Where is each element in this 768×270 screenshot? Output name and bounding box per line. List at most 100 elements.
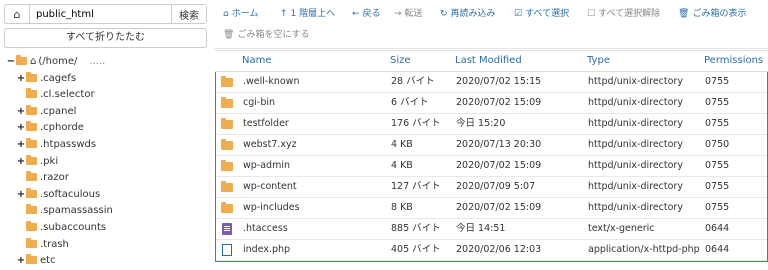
forward-button[interactable]: → 転送 — [394, 7, 423, 21]
checkbox-checked-icon: ☑ — [514, 9, 523, 19]
left-panel: ⌂ 検索 すべて折りたたむ −⌂(/home/.....+.cagefs.cl.… — [0, 0, 207, 266]
directory-tree: − ⌂ (/home/..... + .cagefs .cl.selector + .cpan… — [6, 54, 206, 270]
expand-icon[interactable]: + — [16, 187, 26, 204]
column-header-permissions[interactable]: Permissions — [704, 51, 763, 71]
home-icon: ⌂ — [30, 56, 37, 67]
cell-type: httpd/unix-directory — [588, 181, 683, 192]
cell-name: wp-admin — [243, 160, 290, 171]
checkbox-empty-icon: ☐ — [587, 9, 596, 19]
cell-type: text/x-generic — [588, 223, 655, 234]
table-row[interactable]: cgi-bin 6 バイト 2020/07/02 15:09 httpd/unix-d… — [216, 93, 767, 114]
home-icon[interactable]: ⌂ — [5, 5, 30, 23]
collapse-all-button[interactable]: すべて折りたたむ — [4, 28, 207, 48]
expand-icon[interactable]: + — [16, 120, 26, 137]
cell-perms: 0644 — [705, 223, 730, 234]
table-row[interactable]: .well-known 28 バイト 2020/07/02 15:15 httpd/u… — [216, 72, 767, 93]
cell-modified: 2020/07/02 15:09 — [456, 97, 542, 108]
expand-icon[interactable]: + — [16, 71, 26, 88]
cell-name: wp-includes — [243, 202, 300, 213]
folder-icon — [26, 154, 37, 165]
cell-modified: 2020/02/06 12:03 — [456, 244, 542, 255]
cell-perms: 0755 — [705, 97, 730, 108]
cell-size: 405 バイト — [391, 244, 441, 255]
tree-item-label: .spamassassin — [40, 205, 113, 217]
tree-item[interactable]: + .htpasswds — [6, 137, 206, 154]
tree-root[interactable]: − ⌂ (/home/..... — [6, 54, 206, 71]
tree-item-label: .cphorde — [40, 122, 84, 134]
cell-modified: 2020/07/02 15:09 — [456, 160, 542, 171]
folder-icon — [26, 171, 37, 182]
expand-icon[interactable]: + — [16, 253, 26, 270]
cell-perms: 0755 — [705, 76, 730, 87]
tree-item[interactable]: + .cagefs — [6, 71, 206, 88]
cell-size: 4 KB — [391, 139, 413, 150]
expand-icon[interactable]: + — [16, 137, 26, 154]
folder-icon — [16, 55, 27, 65]
tree-item[interactable]: + .cpanel — [6, 104, 206, 121]
path-input[interactable] — [30, 5, 171, 23]
show-trash-button[interactable]: 🗑 ごみ箱の表示 — [678, 7, 746, 21]
tree-item[interactable]: .subaccounts — [6, 220, 206, 237]
folder-icon — [221, 97, 233, 108]
table-row[interactable]: wp-includes 8 KB 2020/07/02 15:09 httpd/uni… — [216, 198, 767, 219]
folder-icon — [221, 76, 233, 87]
empty-trash-button[interactable]: 🗑 ごみ箱を空にする — [223, 28, 310, 42]
home-icon: ⌂ — [223, 9, 229, 19]
tree-item[interactable]: .cl.selector — [6, 87, 206, 104]
folder-icon — [221, 181, 233, 192]
cell-name: index.php — [243, 244, 291, 255]
cell-type: httpd/unix-directory — [588, 97, 683, 108]
table-row[interactable]: wp-content 127 バイト 2020/07/09 5:07 httpd/un… — [216, 177, 767, 198]
table-row[interactable]: testfolder 176 バイト 今日 15:20 httpd/unix-dire… — [216, 114, 767, 135]
reload-icon: ↻ — [440, 9, 448, 19]
cell-size: 176 バイト — [391, 118, 441, 129]
tree-item[interactable]: .trash — [6, 237, 206, 254]
path-bar: ⌂ 検索 — [4, 4, 207, 24]
tree-item-label: (/home/ — [38, 56, 78, 67]
cell-name: wp-content — [243, 181, 297, 192]
back-button[interactable]: ← 戻る — [352, 7, 381, 21]
tree-item-label: .htpasswds — [40, 138, 97, 150]
expand-icon[interactable]: + — [16, 154, 26, 171]
reload-button[interactable]: ↻ 再読み込み — [440, 7, 496, 21]
tree-item[interactable]: + .cphorde — [6, 120, 206, 137]
table-row[interactable]: .htaccess 885 バイト 今日 14:51 text/x-generic 06… — [216, 219, 767, 240]
column-header-type[interactable]: Type — [587, 51, 610, 71]
folder-icon — [221, 118, 233, 129]
tree-item[interactable]: .spamassassin — [6, 203, 206, 220]
folder-icon — [221, 160, 233, 171]
tree-item[interactable]: + etc — [6, 253, 206, 270]
cell-type: httpd/unix-directory — [588, 139, 683, 150]
deselect-all-button[interactable]: ☐ すべて選択解除 — [587, 7, 660, 21]
column-header-size[interactable]: Size — [390, 51, 411, 71]
cell-perms: 0755 — [705, 118, 730, 129]
up-one-level-button[interactable]: ↑ 1 階層上へ — [280, 7, 335, 21]
cell-name: testfolder — [243, 118, 289, 129]
tree-item-label: .cagefs — [40, 72, 77, 84]
folder-icon — [26, 121, 37, 132]
cell-type: httpd/unix-directory — [588, 160, 683, 171]
tree-item[interactable]: .razor — [6, 170, 206, 187]
table-row[interactable]: webst7.xyz 4 KB 2020/07/13 20:30 httpd/unix… — [216, 135, 767, 156]
expand-icon[interactable]: + — [16, 104, 26, 121]
toolbar: ⌂ ホーム ↑ 1 階層上へ ← 戻る → 転送 ↻ 再読み込み ☑ すべて選択 ☐ すべて選… — [214, 0, 768, 48]
cell-size: 8 KB — [391, 202, 413, 213]
column-header-name[interactable]: Name — [242, 51, 272, 71]
select-all-button[interactable]: ☑ すべて選択 — [514, 7, 569, 21]
cell-size: 4 KB — [391, 160, 413, 171]
tree-item-label: .cl.selector — [40, 89, 95, 101]
folder-icon — [26, 204, 37, 215]
tree-item[interactable]: + .softaculous — [6, 187, 206, 204]
column-header-last-modified[interactable]: Last Modified — [455, 51, 522, 71]
folder-icon — [26, 104, 37, 115]
home-button[interactable]: ⌂ ホーム — [223, 7, 258, 21]
tree-item[interactable]: + .pki — [6, 154, 206, 171]
cell-name: webst7.xyz — [243, 139, 297, 150]
cell-modified: 2020/07/09 5:07 — [456, 181, 536, 192]
cell-modified: 今日 14:51 — [456, 223, 506, 234]
collapse-icon[interactable]: − — [6, 54, 16, 71]
table-row[interactable]: wp-admin 4 KB 2020/07/02 15:09 httpd/unix-d… — [216, 156, 767, 177]
folder-icon — [26, 88, 37, 99]
search-button[interactable]: 検索 — [171, 5, 206, 23]
table-row[interactable]: index.php 405 バイト 2020/02/06 12:03 applicat… — [216, 240, 767, 261]
